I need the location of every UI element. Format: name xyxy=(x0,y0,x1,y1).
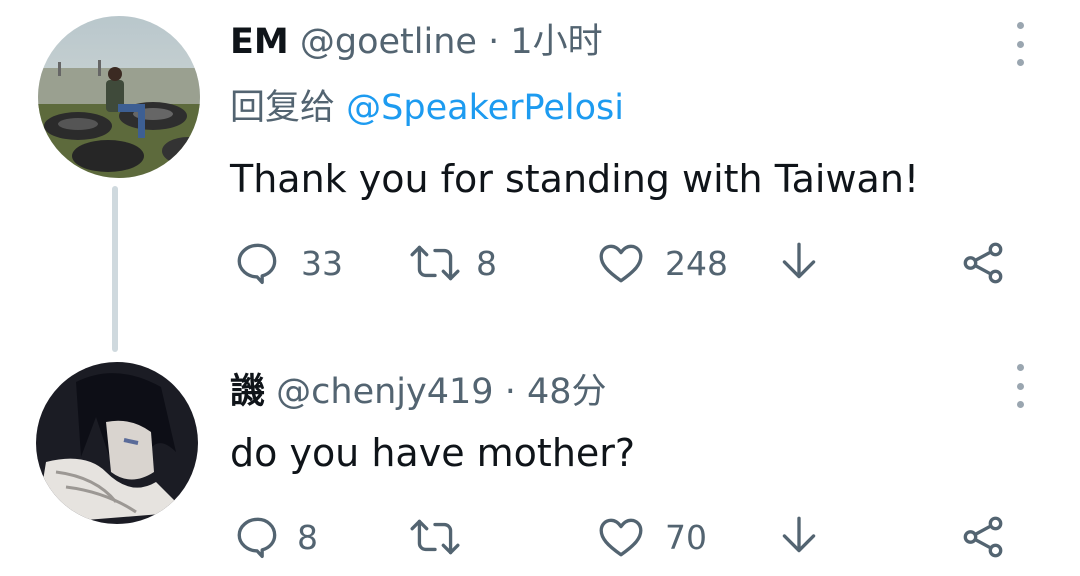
avatar-em[interactable] xyxy=(38,16,200,178)
separator-dot: · xyxy=(504,372,516,412)
tweet-1[interactable]: EM @goetline · 1小时 回复给 @SpeakerPelosi Th… xyxy=(0,0,1080,352)
tweet-text: Thank you for standing with Taiwan! xyxy=(230,157,920,201)
share-download-icon xyxy=(782,242,816,279)
share-download-icon xyxy=(782,516,816,553)
like-count: 248 xyxy=(665,243,728,283)
avatar-photo xyxy=(38,16,200,178)
share-button[interactable] xyxy=(958,512,1008,562)
reply-button[interactable]: 8 xyxy=(233,512,318,562)
like-icon xyxy=(599,244,643,283)
reply-mention-link[interactable]: @SpeakerPelosi xyxy=(346,88,624,128)
tweet-header: EM @goetline · 1小时 xyxy=(230,20,603,64)
reply-icon xyxy=(237,517,277,559)
share-icon xyxy=(963,242,1003,284)
reply-button[interactable]: 33 xyxy=(233,238,343,288)
reply-prefix: 回复给 xyxy=(230,88,336,128)
reply-count: 33 xyxy=(301,243,343,283)
display-name[interactable]: 譏 xyxy=(230,372,265,412)
avatar-photo xyxy=(36,362,198,524)
separator-dot: · xyxy=(488,22,500,62)
share-icon xyxy=(963,516,1003,558)
download-button[interactable] xyxy=(774,238,824,288)
like-button[interactable]: 248 xyxy=(595,238,728,288)
like-count: 70 xyxy=(665,517,707,557)
share-button[interactable] xyxy=(958,238,1008,288)
retweet-icon xyxy=(410,245,460,281)
more-options-icon[interactable] xyxy=(1008,22,1032,66)
timestamp[interactable]: 1小时 xyxy=(510,22,602,62)
tweet-2[interactable]: 譏 @chenjy419 · 48分 do you have mother? 8… xyxy=(0,340,1080,576)
avatar-chenjy[interactable] xyxy=(36,362,198,524)
more-options-icon[interactable] xyxy=(1008,364,1032,408)
download-button[interactable] xyxy=(774,512,824,562)
reply-context: 回复给 @SpeakerPelosi xyxy=(230,86,624,130)
retweet-count: 8 xyxy=(476,243,497,283)
thread-connector-line xyxy=(112,186,118,352)
retweet-icon xyxy=(410,519,460,555)
user-handle[interactable]: @goetline xyxy=(300,22,477,62)
tweet-text: do you have mother? xyxy=(230,431,636,475)
reply-count: 8 xyxy=(297,517,318,557)
user-handle[interactable]: @chenjy419 xyxy=(276,372,493,412)
display-name[interactable]: EM xyxy=(230,22,289,62)
tweet-header: 譏 @chenjy419 · 48分 xyxy=(230,370,607,414)
retweet-button[interactable] xyxy=(408,512,480,562)
timestamp[interactable]: 48分 xyxy=(527,372,607,412)
reply-icon xyxy=(237,243,277,285)
like-icon xyxy=(599,518,643,557)
retweet-button[interactable]: 8 xyxy=(408,238,497,288)
like-button[interactable]: 70 xyxy=(595,512,707,562)
